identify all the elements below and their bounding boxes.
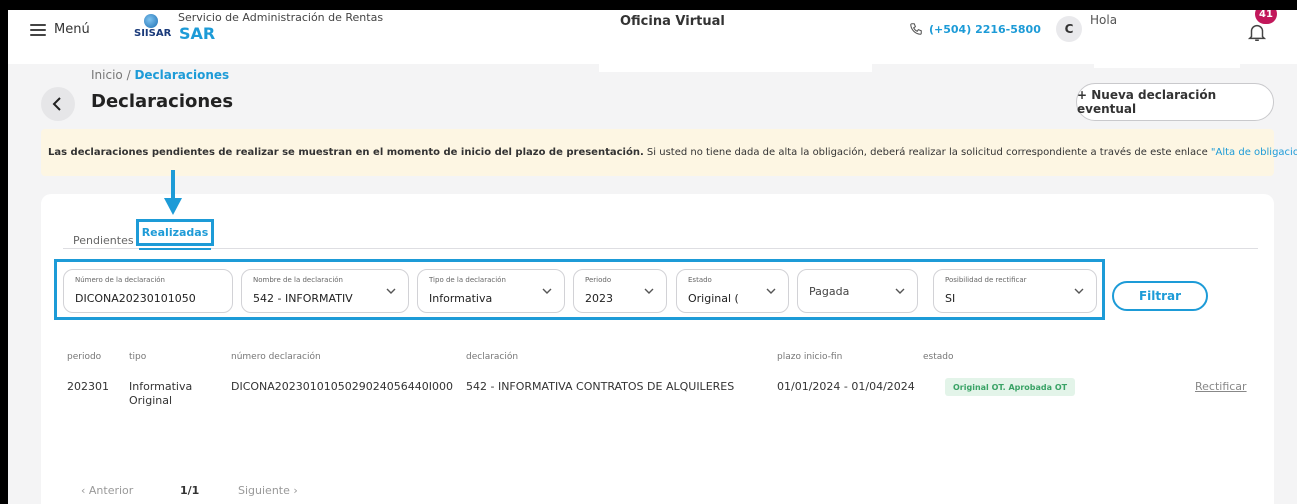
chevron-down-icon: [644, 288, 654, 294]
cell-tipo-line1: Informativa: [129, 380, 193, 393]
column-header-estado: estado: [923, 352, 954, 362]
page-indicator: 1/1: [180, 484, 200, 497]
cell-tipo-line2: Original: [129, 394, 173, 407]
back-button[interactable]: [41, 87, 75, 121]
chevron-left-icon: [52, 97, 61, 111]
phone-number: (+504) 2216-5800: [929, 22, 1041, 36]
top-bar: Menú SIISAR Servicio de Administración d…: [8, 10, 1297, 72]
next-page-button[interactable]: Siguiente ›: [238, 484, 298, 497]
previous-page-button[interactable]: ‹ Anterior: [81, 484, 133, 497]
filter-button[interactable]: Filtrar: [1112, 281, 1208, 311]
active-tab-indicator: [139, 248, 211, 250]
field-label: Estado: [688, 276, 712, 284]
cell-plazo: 01/01/2024 - 01/04/2024: [777, 380, 915, 393]
breadcrumb: Inicio / Declaraciones: [91, 68, 229, 82]
tab-pendientes[interactable]: Pendientes: [73, 234, 134, 247]
phone-link[interactable]: (+504) 2216-5800: [909, 22, 1041, 36]
next-label: Siguiente: [238, 484, 290, 497]
redacted-user-area: [1094, 24, 1240, 68]
alta-obligaciones-link[interactable]: "Alta de obligaciones".: [1211, 147, 1297, 158]
rectificar-link[interactable]: Rectificar: [1195, 380, 1247, 393]
menu-label: Menú: [54, 22, 90, 37]
phone-icon: [910, 23, 922, 35]
chevron-down-icon: [895, 288, 905, 294]
field-value: 542 - INFORMATIV: [253, 292, 353, 305]
field-label: Nombre de la declaración: [253, 276, 343, 284]
redacted-area: [599, 27, 872, 72]
org-name: Servicio de Administración de Rentas: [178, 11, 384, 24]
declarations-card: Pendientes Realizadas Número de la decla…: [41, 194, 1274, 504]
field-label: Tipo de la declaración: [429, 276, 506, 284]
field-value: SI: [945, 292, 956, 305]
field-value: Original (: [688, 292, 739, 305]
estado-select[interactable]: Estado Original (: [676, 269, 789, 313]
cell-numero: DICONA2023010105029024056440I000: [231, 380, 454, 393]
info-notice: Las declaraciones pendientes de realizar…: [41, 129, 1297, 176]
field-placeholder: Pagada: [809, 285, 850, 298]
status-badge: Original OT. Aprobada OT: [945, 378, 1076, 396]
numero-declaracion-field[interactable]: Número de la declaración DICONA202301010…: [63, 269, 233, 313]
page-title: Declaraciones: [91, 91, 234, 112]
cell-declaracion: 542 - INFORMATIVA CONTRATOS DE ALQUILERE…: [466, 380, 735, 393]
column-header-plazo: plazo inicio-fin: [777, 352, 843, 362]
tabs-divider: [63, 248, 1258, 249]
logo-text: SIISAR: [134, 28, 172, 39]
hamburger-icon: [30, 23, 46, 36]
notification-badge: 41: [1255, 10, 1277, 24]
chevron-down-icon: [542, 288, 552, 294]
arrow-down-icon: [164, 170, 182, 215]
nombre-declaracion-select[interactable]: Nombre de la declaración 542 - INFORMATI…: [241, 269, 409, 313]
chevron-left-icon: ‹: [81, 484, 89, 497]
tipo-declaracion-select[interactable]: Tipo de la declaración Informativa: [417, 269, 565, 313]
org-short-name: SAR: [179, 24, 216, 43]
column-header-tipo: tipo: [129, 352, 147, 362]
chevron-down-icon: [1074, 288, 1084, 294]
field-label: Número de la declaración: [75, 276, 165, 284]
new-declaration-button[interactable]: + Nueva declaración eventual: [1076, 83, 1274, 121]
posibilidad-rectificar-select[interactable]: Posibilidad de rectificar SI: [933, 269, 1097, 313]
chevron-down-icon: [386, 288, 396, 294]
periodo-select[interactable]: Periodo 2023: [573, 269, 667, 313]
tab-realizadas[interactable]: Realizadas: [136, 219, 214, 246]
chevron-right-icon: ›: [289, 484, 298, 497]
field-label: Periodo: [585, 276, 612, 284]
breadcrumb-separator: /: [122, 68, 135, 82]
cell-tipo: Informativa Original: [129, 380, 192, 408]
app-frame: Menú SIISAR Servicio de Administración d…: [8, 10, 1297, 504]
notice-bold: Las declaraciones pendientes de realizar…: [48, 147, 644, 158]
field-label: Posibilidad de rectificar: [945, 276, 1027, 284]
field-value: DICONA20230101050: [75, 292, 196, 305]
chevron-down-icon: [766, 288, 776, 294]
filters-highlight: Número de la declaración DICONA202301010…: [54, 259, 1105, 320]
logo[interactable]: SIISAR: [134, 14, 172, 46]
breadcrumb-home[interactable]: Inicio: [91, 68, 123, 82]
field-value: 2023: [585, 292, 613, 305]
avatar[interactable]: C: [1056, 16, 1082, 42]
pagada-select[interactable]: Pagada: [797, 269, 918, 313]
globe-icon: [144, 14, 158, 28]
prev-label: Anterior: [88, 484, 134, 497]
column-header-numero: número declaración: [231, 352, 321, 362]
notice-text: Si usted no tiene dada de alta la obliga…: [643, 147, 1211, 158]
breadcrumb-current: Declaraciones: [134, 68, 230, 82]
column-header-declaracion: declaración: [466, 352, 519, 362]
cell-periodo: 202301: [67, 380, 109, 393]
column-header-periodo: periodo: [67, 352, 102, 362]
menu-button[interactable]: Menú: [30, 22, 90, 37]
field-value: Informativa: [429, 292, 493, 305]
